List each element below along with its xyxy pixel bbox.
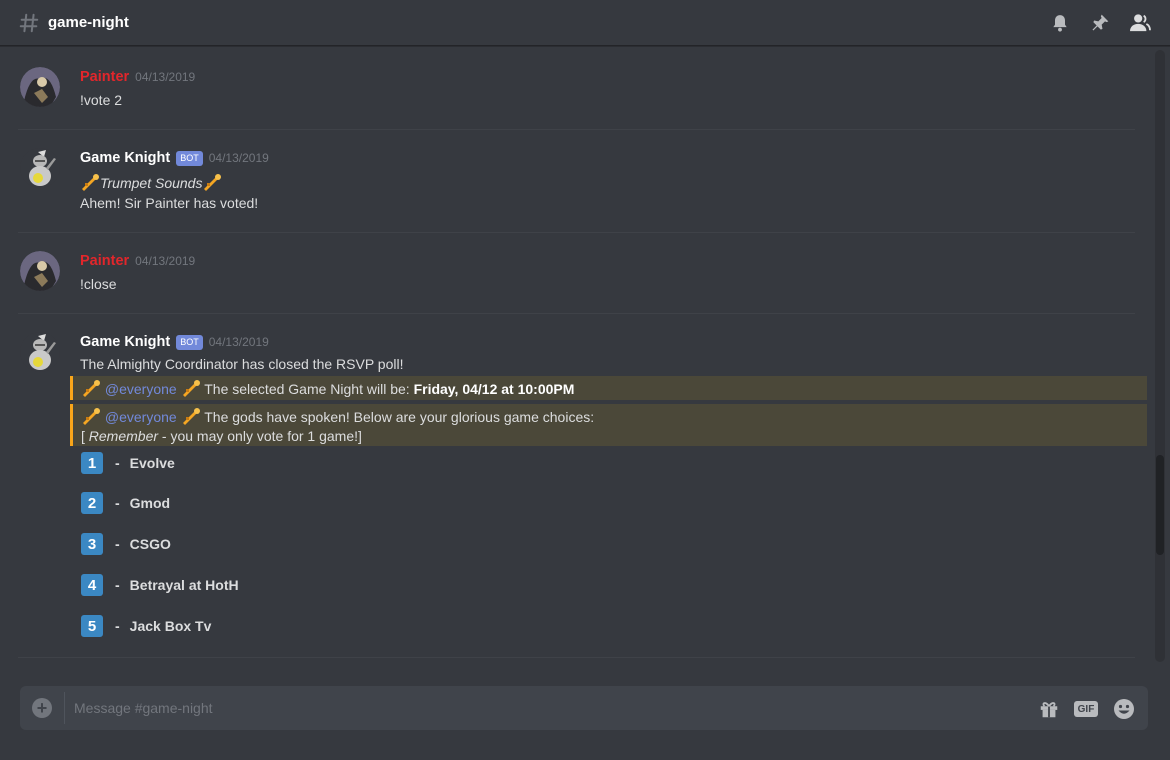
choice-name: CSGO xyxy=(129,536,171,552)
message-divider xyxy=(18,232,1135,233)
mention-highlight: @everyone The selected Game Night will b… xyxy=(70,376,1147,400)
message-text: Trumpet Sounds xyxy=(80,173,222,191)
game-choice: 3 - CSGO xyxy=(81,533,171,555)
note-bracket: [ xyxy=(81,428,85,444)
trumpet-icon xyxy=(83,380,100,397)
number-3-icon: 3 xyxy=(81,533,103,555)
trumpet-icon xyxy=(83,408,100,425)
highlight-text: The gods have spoken! Below are your glo… xyxy=(204,409,595,425)
number-4-icon: 4 xyxy=(81,574,103,596)
timestamp: 04/13/2019 xyxy=(135,70,196,84)
scrollbar-thumb[interactable] xyxy=(1156,455,1164,555)
bot-tag: BOT xyxy=(176,334,203,350)
painter-avatar[interactable] xyxy=(20,251,60,291)
message-divider xyxy=(18,657,1135,658)
choice-name: Gmod xyxy=(129,495,171,511)
gift-icon[interactable] xyxy=(1038,698,1060,720)
members-icon[interactable] xyxy=(1128,12,1152,34)
author-name[interactable]: Game Knight xyxy=(80,150,170,166)
number-2-icon: 2 xyxy=(81,492,103,514)
everyone-mention[interactable]: @everyone xyxy=(105,381,177,397)
message-text: !close xyxy=(80,276,117,292)
choice-dash: - xyxy=(115,536,120,552)
message-divider xyxy=(18,129,1135,130)
bot-tag: BOT xyxy=(176,150,203,166)
message-text: The Almighty Coordinator has closed the … xyxy=(80,356,404,372)
choice-name: Jack Box Tv xyxy=(129,618,212,634)
trumpet-icon xyxy=(204,174,222,191)
timestamp: 04/13/2019 xyxy=(208,151,269,165)
channel-header: game-night xyxy=(0,0,1170,46)
note-text: - you may only vote for 1 game!] xyxy=(161,428,362,444)
game-knight-avatar[interactable] xyxy=(20,332,60,372)
note-remember: Remember xyxy=(88,428,159,444)
upload-button[interactable]: + xyxy=(32,698,52,718)
number-1-icon: 1 xyxy=(81,452,103,474)
pin-icon[interactable] xyxy=(1088,12,1112,34)
trumpet-sounds-text: Trumpet Sounds xyxy=(100,175,203,191)
bell-icon[interactable] xyxy=(1048,12,1072,34)
game-knight-avatar[interactable] xyxy=(20,148,60,188)
highlight-text: The selected Game Night will be: xyxy=(204,381,410,397)
mention-highlight: @everyone The gods have spoken! Below ar… xyxy=(70,404,1147,446)
everyone-mention[interactable]: @everyone xyxy=(105,409,177,425)
message-divider xyxy=(18,313,1135,314)
choice-name: Evolve xyxy=(129,455,175,471)
message-list[interactable]: Painter 04/13/2019 !vote 2 Game Knight B… xyxy=(0,47,1154,667)
hash-icon xyxy=(19,13,39,32)
game-choice: 2 - Gmod xyxy=(81,492,170,514)
trumpet-icon xyxy=(182,380,200,397)
channel-name: game-night xyxy=(48,14,129,31)
choice-dash: - xyxy=(115,455,120,471)
game-night-date: Friday, 04/12 at 10:00PM xyxy=(413,381,575,397)
author-name[interactable]: Painter xyxy=(80,253,129,269)
message-text: Ahem! Sir Painter has voted! xyxy=(80,195,259,211)
trumpet-icon xyxy=(182,408,200,425)
author-name[interactable]: Game Knight xyxy=(80,334,170,350)
painter-avatar[interactable] xyxy=(20,67,60,107)
message-composer: + GIF xyxy=(20,686,1148,730)
choice-dash: - xyxy=(115,495,120,511)
game-choice: 4 - Betrayal at HotH xyxy=(81,574,239,596)
timestamp: 04/13/2019 xyxy=(135,254,196,268)
emoji-icon[interactable] xyxy=(1112,697,1136,721)
timestamp: 04/13/2019 xyxy=(208,335,269,349)
choice-dash: - xyxy=(115,618,120,634)
number-5-icon: 5 xyxy=(81,615,103,637)
message-text: !vote 2 xyxy=(80,92,123,108)
composer-divider xyxy=(64,692,65,724)
author-name[interactable]: Painter xyxy=(80,69,129,85)
game-choice: 1 - Evolve xyxy=(81,452,175,474)
scrollbar-track[interactable] xyxy=(1155,50,1165,662)
choice-name: Betrayal at HotH xyxy=(129,577,239,593)
message-input[interactable] xyxy=(74,693,1014,723)
choice-dash: - xyxy=(115,577,120,593)
game-choice: 5 - Jack Box Tv xyxy=(81,615,211,637)
gif-button[interactable]: GIF xyxy=(1074,701,1098,717)
trumpet-icon xyxy=(82,174,99,191)
